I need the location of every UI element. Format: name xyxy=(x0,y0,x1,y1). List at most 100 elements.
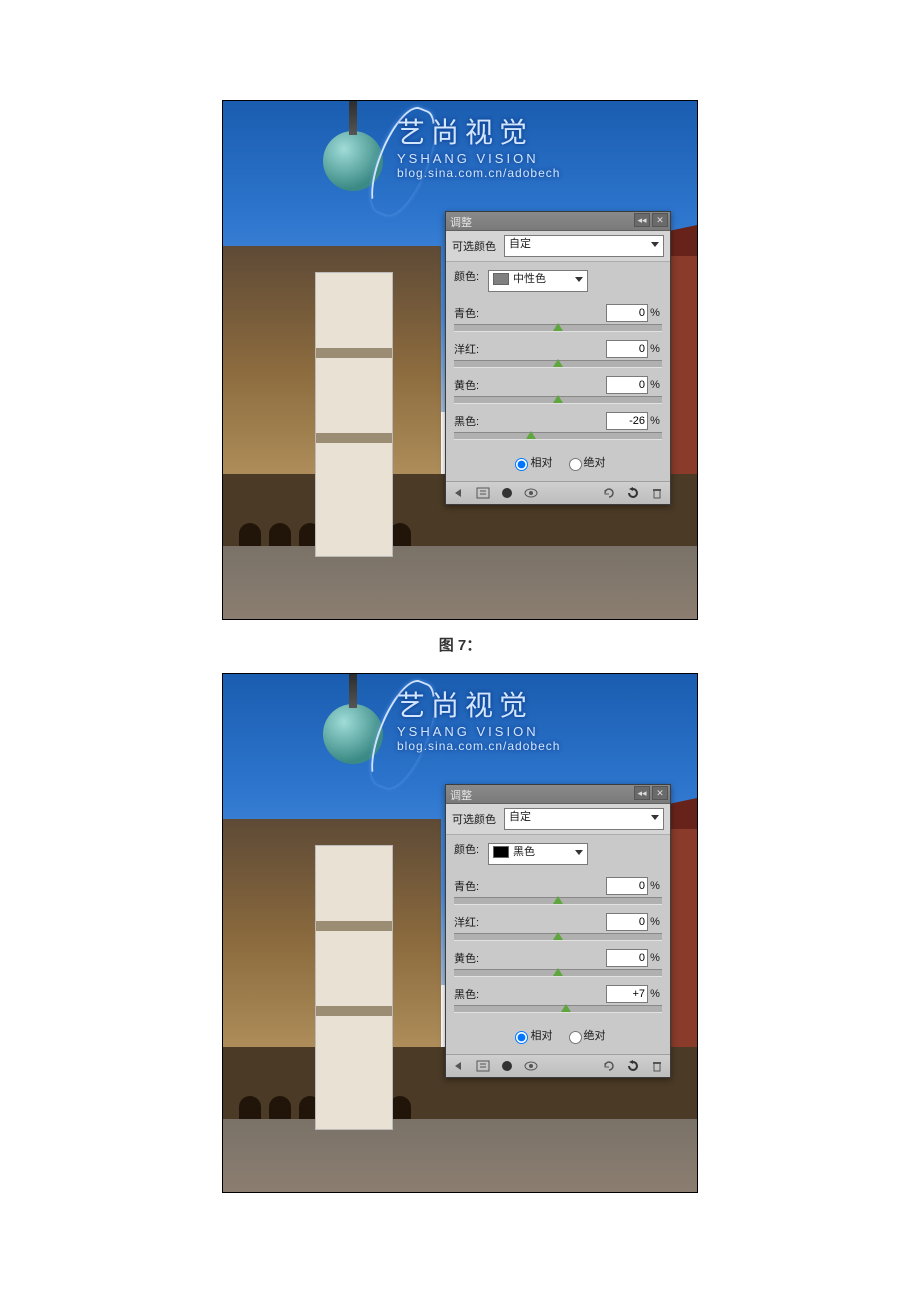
tower-spire xyxy=(349,673,357,708)
close-icon[interactable]: ✕ xyxy=(652,213,668,227)
percent-label: % xyxy=(648,916,662,928)
trash-icon[interactable] xyxy=(648,485,666,501)
preset-select[interactable]: 自定 xyxy=(504,235,664,257)
tower-band xyxy=(316,1006,392,1016)
reset-icon[interactable] xyxy=(624,485,642,501)
previous-state-icon[interactable] xyxy=(600,485,618,501)
eye-icon[interactable] xyxy=(522,485,540,501)
color-swatch xyxy=(493,273,509,285)
cyan-track[interactable] xyxy=(454,897,662,905)
yellow-input[interactable] xyxy=(606,376,648,394)
chevron-down-icon xyxy=(651,242,659,247)
radio-relative[interactable]: 相对 xyxy=(510,1030,552,1042)
radio-absolute[interactable]: 绝对 xyxy=(564,457,606,469)
slider-thumb-icon[interactable] xyxy=(553,359,563,367)
collapse-icon[interactable]: ◂◂ xyxy=(634,213,650,227)
magenta-track[interactable] xyxy=(454,933,662,941)
percent-label: % xyxy=(648,988,662,1000)
reset-icon[interactable] xyxy=(624,1058,642,1074)
black-input[interactable] xyxy=(606,412,648,430)
color-name: 中性色 xyxy=(513,273,546,285)
cyan-track[interactable] xyxy=(454,324,662,332)
figure-2: 艺尚视觉 YSHANG VISION blog.sina.com.cn/adob… xyxy=(222,673,698,1193)
cyan-input[interactable] xyxy=(606,877,648,895)
black-slider: 黑色: % xyxy=(454,985,662,1013)
radio-absolute-input[interactable] xyxy=(569,458,582,471)
magenta-input[interactable] xyxy=(606,340,648,358)
panel-type-row: 可选颜色 自定 xyxy=(446,231,670,262)
black-input[interactable] xyxy=(606,985,648,1003)
magenta-track[interactable] xyxy=(454,360,662,368)
document-page: 艺尚视觉 YSHANG VISION blog.sina.com.cn/adob… xyxy=(0,0,920,1253)
radio-relative-input[interactable] xyxy=(515,458,528,471)
chevron-down-icon xyxy=(575,277,583,282)
cyan-input[interactable] xyxy=(606,304,648,322)
cyan-label: 青色: xyxy=(454,878,606,894)
magenta-label: 洋红: xyxy=(454,914,606,930)
tower-band xyxy=(316,433,392,443)
black-track[interactable] xyxy=(454,1005,662,1013)
clip-layer-icon[interactable] xyxy=(498,1058,516,1074)
panel-type-label: 可选颜色 xyxy=(452,238,504,254)
panel-titlebar-icons: ◂◂ ✕ xyxy=(634,786,668,800)
yellow-slider: 黄色: % xyxy=(454,376,662,404)
yellow-track[interactable] xyxy=(454,396,662,404)
chevron-down-icon xyxy=(651,815,659,820)
watermark: 艺尚视觉 YSHANG VISION blog.sina.com.cn/adob… xyxy=(397,111,560,180)
slider-thumb-icon[interactable] xyxy=(553,395,563,403)
yellow-slider: 黄色: % xyxy=(454,949,662,977)
watermark: 艺尚视觉 YSHANG VISION blog.sina.com.cn/adob… xyxy=(397,684,560,753)
panel-type-label: 可选颜色 xyxy=(452,811,504,827)
yellow-label: 黄色: xyxy=(454,377,606,393)
yellow-input[interactable] xyxy=(606,949,648,967)
photo-ground xyxy=(223,1119,697,1192)
expand-view-icon[interactable] xyxy=(474,1058,492,1074)
slider-thumb-icon[interactable] xyxy=(553,896,563,904)
eye-icon[interactable] xyxy=(522,1058,540,1074)
percent-label: % xyxy=(648,415,662,427)
expand-view-icon[interactable] xyxy=(474,485,492,501)
watermark-cn: 艺尚视觉 xyxy=(397,111,560,151)
color-name: 黑色 xyxy=(513,846,535,858)
watermark-url: blog.sina.com.cn/adobech xyxy=(397,166,560,180)
back-arrow-icon[interactable] xyxy=(450,1058,468,1074)
previous-state-icon[interactable] xyxy=(600,1058,618,1074)
figure-caption: 图 7： xyxy=(0,634,920,655)
trash-icon[interactable] xyxy=(648,1058,666,1074)
radio-relative[interactable]: 相对 xyxy=(510,457,552,469)
slider-thumb-icon[interactable] xyxy=(526,431,536,439)
preset-select[interactable]: 自定 xyxy=(504,808,664,830)
close-icon[interactable]: ✕ xyxy=(652,786,668,800)
tower-spire xyxy=(349,100,357,135)
chevron-down-icon xyxy=(575,850,583,855)
back-arrow-icon[interactable] xyxy=(450,485,468,501)
black-track[interactable] xyxy=(454,432,662,440)
slider-thumb-icon[interactable] xyxy=(561,1004,571,1012)
yellow-track[interactable] xyxy=(454,969,662,977)
color-swatch xyxy=(493,846,509,858)
panel-body: 颜色: 黑色 青色: % xyxy=(446,835,670,1054)
color-select[interactable]: 中性色 xyxy=(488,270,588,292)
percent-label: % xyxy=(648,379,662,391)
collapse-icon[interactable]: ◂◂ xyxy=(634,786,650,800)
cyan-slider: 青色: % xyxy=(454,304,662,332)
radio-absolute[interactable]: 绝对 xyxy=(564,1030,606,1042)
radio-absolute-input[interactable] xyxy=(569,1031,582,1044)
watermark-en: YSHANG VISION xyxy=(397,724,560,739)
panel-type-row: 可选颜色 自定 xyxy=(446,804,670,835)
figure-1: 艺尚视觉 YSHANG VISION blog.sina.com.cn/adob… xyxy=(222,100,698,620)
percent-label: % xyxy=(648,952,662,964)
color-select[interactable]: 黑色 xyxy=(488,843,588,865)
tower-body xyxy=(315,845,393,1130)
tower-band xyxy=(316,348,392,358)
slider-thumb-icon[interactable] xyxy=(553,323,563,331)
radio-relative-input[interactable] xyxy=(515,1031,528,1044)
slider-thumb-icon[interactable] xyxy=(553,968,563,976)
slider-thumb-icon[interactable] xyxy=(553,932,563,940)
panel-titlebar[interactable]: 调整 ◂◂ ✕ xyxy=(446,785,670,804)
magenta-input[interactable] xyxy=(606,913,648,931)
panel-titlebar[interactable]: 调整 ◂◂ ✕ xyxy=(446,212,670,231)
black-label: 黑色: xyxy=(454,413,606,429)
clip-layer-icon[interactable] xyxy=(498,485,516,501)
watermark-en: YSHANG VISION xyxy=(397,151,560,166)
